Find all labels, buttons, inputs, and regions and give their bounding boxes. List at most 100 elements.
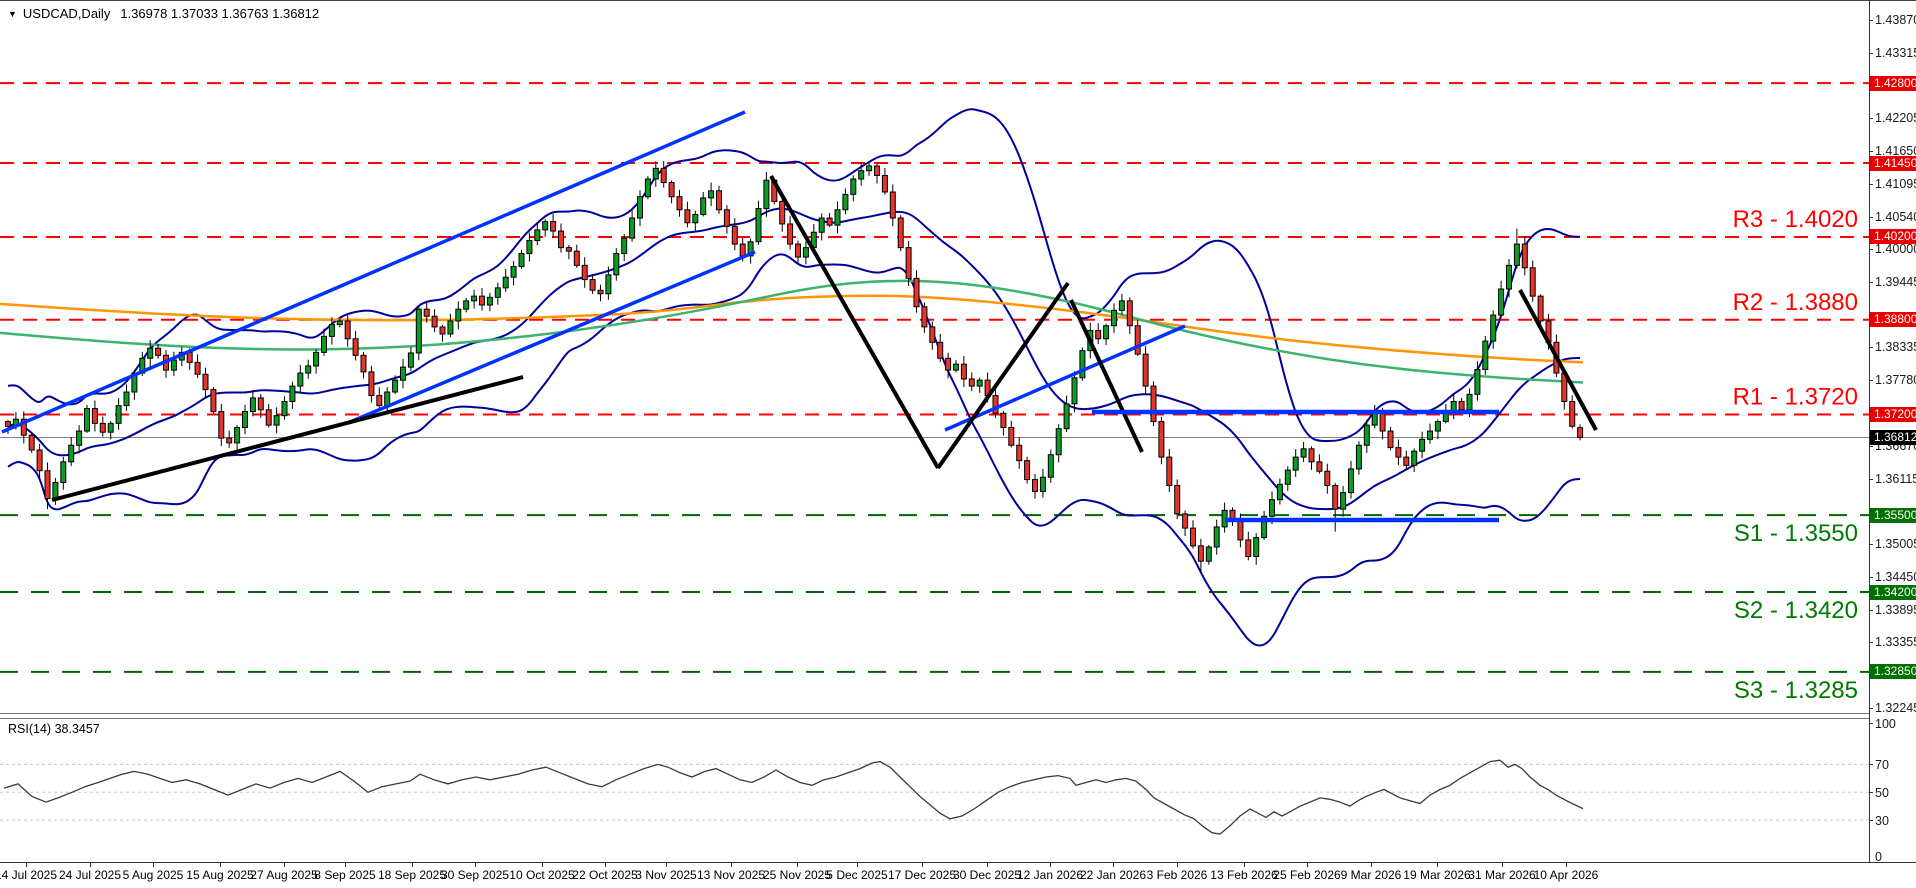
time-tick-label: 27 Aug 2025 (250, 868, 317, 882)
candle-body (1246, 540, 1251, 557)
rsi-panel-canvas[interactable] (0, 718, 1869, 861)
candle-body (559, 231, 564, 248)
candle-body (1080, 351, 1085, 378)
time-axis[interactable]: 14 Jul 202524 Jul 20255 Aug 202515 Aug 2… (0, 863, 1916, 888)
time-tick-mark (731, 863, 732, 867)
price-tick-mark (1869, 479, 1873, 480)
time-tick-label: 24 Jul 2025 (59, 868, 121, 882)
candle-body (803, 248, 808, 257)
main-chart-canvas[interactable]: R3 - 1.4020R2 - 1.3880R1 - 1.3720S1 - 1.… (0, 0, 1869, 714)
candle-body (1159, 422, 1164, 458)
candle-body (1491, 315, 1496, 341)
candle-body (495, 288, 500, 297)
candle-body (211, 390, 216, 412)
price-axis[interactable]: 1.438701.433151.422051.416501.410951.405… (1870, 0, 1916, 862)
candle-body (969, 379, 974, 386)
candle-body (1309, 449, 1314, 462)
candle-body (1404, 457, 1409, 465)
candle-body (867, 166, 872, 171)
candle-body (45, 471, 50, 499)
price-level-box: 1.35500 (1870, 508, 1916, 523)
candle-body (1009, 428, 1014, 446)
candle-body (1135, 326, 1140, 354)
candle-body (1435, 422, 1440, 431)
candle-body (329, 325, 334, 337)
sr-level-label: R2 - 1.3880 (1733, 289, 1858, 316)
candle-body (1396, 448, 1401, 457)
rsi-tick-label: 30 (1875, 814, 1889, 828)
candle-body (519, 254, 524, 267)
blue-trendline (350, 252, 755, 422)
time-tick-mark (857, 863, 858, 867)
price-level-box: 1.32850 (1870, 664, 1916, 679)
candle-body (977, 380, 982, 386)
price-tick-mark (1869, 249, 1873, 250)
sr-level-label: R3 - 1.4020 (1733, 206, 1858, 233)
price-level-box: 1.37200 (1870, 407, 1916, 422)
candle-body (574, 251, 579, 265)
candle-body (1420, 439, 1425, 451)
candle-body (827, 218, 832, 225)
price-tick-mark (1869, 118, 1873, 119)
time-tick-mark (922, 863, 923, 867)
candle-body (1040, 477, 1045, 491)
candle-body (250, 398, 255, 412)
candle-body (788, 224, 793, 244)
candle-body (171, 360, 176, 370)
candle-body (1317, 462, 1322, 471)
candle-body (1056, 429, 1061, 455)
candle-body (243, 412, 248, 428)
candle-body (37, 450, 42, 471)
candle-body (385, 392, 390, 406)
sr-level-label: R1 - 1.3720 (1733, 383, 1858, 410)
window-top-border (0, 0, 1916, 1)
candle-body (408, 353, 413, 367)
candle-body (1048, 455, 1053, 477)
price-tick-mark (1869, 380, 1873, 381)
candle-body (1293, 457, 1298, 470)
candle-body (653, 168, 658, 179)
price-tick-mark (1869, 610, 1873, 611)
chart-symbol-period: USDCAD,Daily (23, 6, 110, 21)
bollinger-upper-band (8, 109, 1580, 441)
time-tick-mark (1177, 863, 1178, 867)
symbol-marker-icon[interactable]: ▼ (8, 9, 17, 19)
rsi-line (4, 760, 1583, 834)
time-tick-mark (1371, 863, 1372, 867)
time-tick-mark (1566, 863, 1567, 867)
time-tick-mark (153, 863, 154, 867)
candle-body (266, 410, 271, 425)
price-tick-label: 1.33355 (1875, 635, 1916, 649)
candle-body (361, 355, 366, 372)
candle-body (377, 396, 382, 406)
sr-level-label: S2 - 1.3420 (1734, 597, 1858, 624)
candle-body (219, 412, 224, 439)
candle-body (843, 194, 848, 209)
rsi-name: RSI(14) (8, 722, 51, 736)
candle-body (187, 352, 192, 362)
candle-body (369, 372, 374, 396)
candle-body (764, 180, 769, 208)
candle-body (954, 364, 959, 370)
candle-body (1325, 471, 1330, 485)
rsi-tick-label: 0 (1875, 850, 1882, 864)
time-tick-mark (1502, 863, 1503, 867)
price-tick-mark (1869, 20, 1873, 21)
candle-body (416, 309, 421, 353)
time-tick-label: 30 Dec 2025 (953, 868, 1021, 882)
main-rsi-divider[interactable] (0, 713, 1870, 714)
price-tick-mark (1869, 151, 1873, 152)
candle-body (906, 248, 911, 279)
time-tick-mark (1113, 863, 1114, 867)
candle-body (503, 277, 508, 288)
candle-body (1514, 244, 1519, 265)
candle-body (1372, 413, 1377, 425)
candle-body (796, 244, 801, 257)
time-tick-mark (1050, 863, 1051, 867)
candle-body (882, 175, 887, 192)
candle-body (661, 168, 666, 182)
candle-body (440, 327, 445, 334)
candle-body (1064, 404, 1069, 429)
candle-body (480, 296, 485, 305)
time-tick-mark (1244, 863, 1245, 867)
